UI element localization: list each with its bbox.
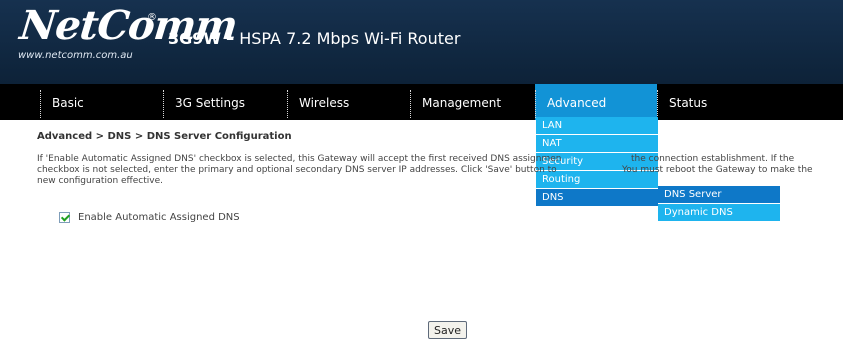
description-line-1-right: the connection establishment. If the bbox=[631, 154, 795, 164]
menu-item-lan[interactable]: LAN bbox=[536, 117, 658, 134]
nav-separator bbox=[163, 90, 164, 118]
model-name: 3G9W bbox=[168, 29, 222, 48]
nav-label: Advanced bbox=[547, 96, 607, 110]
nav-separator bbox=[287, 90, 288, 118]
nav-management[interactable]: Management bbox=[410, 84, 534, 120]
logo-url: www.netcomm.com.au bbox=[18, 50, 133, 61]
main-nav: Basic 3G Settings Wireless Management Ad… bbox=[0, 84, 843, 120]
description-line-2-left: checkbox is not selected, enter the prim… bbox=[37, 165, 557, 175]
page-description: If 'Enable Automatic Assigned DNS' check… bbox=[37, 154, 837, 187]
nav-advanced[interactable]: Advanced bbox=[535, 84, 657, 120]
router-title: 3G9W – HSPA 7.2 Mbps Wi-Fi Router bbox=[168, 29, 460, 48]
submenu-item-dynamic-dns[interactable]: Dynamic DNS bbox=[658, 204, 780, 221]
nav-separator bbox=[410, 90, 411, 118]
enable-auto-dns-checkbox[interactable] bbox=[59, 212, 70, 223]
submenu-item-dns-server[interactable]: DNS Server bbox=[658, 186, 780, 203]
nav-label: Status bbox=[669, 96, 708, 110]
description-line-3: new configuration effective. bbox=[37, 176, 163, 186]
save-button[interactable]: Save bbox=[428, 321, 468, 339]
nav-separator bbox=[657, 90, 658, 118]
nav-wireless[interactable]: Wireless bbox=[287, 84, 409, 120]
dns-submenu: DNS Server Dynamic DNS bbox=[658, 186, 780, 222]
nav-separator bbox=[535, 90, 536, 118]
breadcrumb: Advanced > DNS > DNS Server Configuratio… bbox=[37, 131, 292, 142]
menu-item-nat[interactable]: NAT bbox=[536, 135, 658, 152]
nav-label: Basic bbox=[52, 96, 84, 110]
registered-mark: ® bbox=[147, 12, 157, 23]
description-line-2-right: You must reboot the Gateway to make the bbox=[622, 165, 813, 175]
nav-status[interactable]: Status bbox=[657, 84, 787, 120]
nav-label: Wireless bbox=[299, 96, 350, 110]
menu-item-dns[interactable]: DNS bbox=[536, 189, 658, 206]
product-name: – HSPA 7.2 Mbps Wi-Fi Router bbox=[221, 29, 461, 48]
description-line-1-left: If 'Enable Automatic Assigned DNS' check… bbox=[37, 154, 562, 164]
auto-dns-option: Enable Automatic Assigned DNS bbox=[59, 212, 240, 223]
netcomm-logo[interactable]: NetComm ® www.netcomm.com.au bbox=[18, 2, 240, 64]
nav-3g-settings[interactable]: 3G Settings bbox=[163, 84, 285, 120]
nav-label: Management bbox=[422, 96, 502, 110]
header: NetComm ® www.netcomm.com.au 3G9W – HSPA… bbox=[0, 0, 843, 84]
nav-separator bbox=[40, 90, 41, 118]
nav-basic[interactable]: Basic bbox=[40, 84, 160, 120]
nav-label: 3G Settings bbox=[175, 96, 245, 110]
enable-auto-dns-label: Enable Automatic Assigned DNS bbox=[78, 212, 240, 223]
